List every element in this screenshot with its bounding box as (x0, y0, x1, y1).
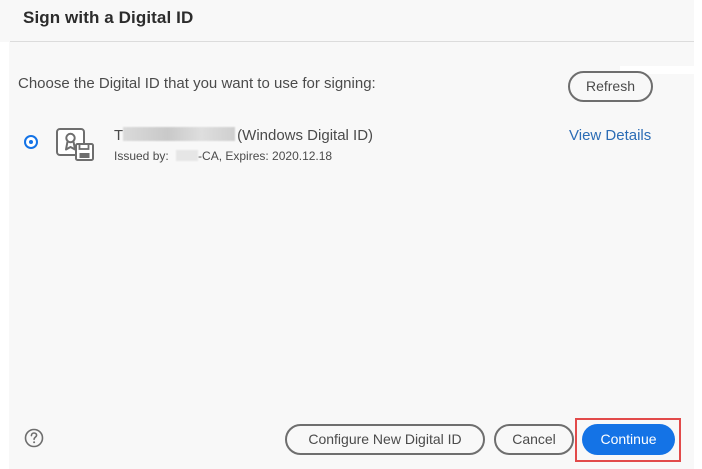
continue-button[interactable]: Continue (582, 424, 675, 455)
issued-by-label: Issued by: (114, 149, 173, 163)
redacted-name (123, 127, 236, 141)
title-divider (10, 41, 702, 42)
digital-id-issuer-info: Issued by: -CA, Expires: 2020.12.18 (114, 149, 332, 163)
digital-id-name-prefix: T (114, 127, 124, 144)
digital-id-type: (Windows Digital ID) (237, 127, 374, 144)
view-details-link[interactable]: View Details (569, 127, 651, 144)
right-edge (694, 0, 702, 469)
cancel-button[interactable]: Cancel (494, 424, 574, 455)
dialog-title: Sign with a Digital ID (23, 8, 194, 27)
choose-id-prompt: Choose the Digital ID that you want to u… (18, 75, 376, 92)
dialog-titlebar: Sign with a Digital ID (0, 0, 702, 42)
radio-selected-dot (29, 140, 33, 144)
refresh-button[interactable]: Refresh (568, 71, 653, 102)
issuer-expiry: -CA, Expires: 2020.12.18 (198, 149, 333, 163)
digital-id-radio[interactable] (24, 135, 38, 149)
configure-new-digital-id-button[interactable]: Configure New Digital ID (285, 424, 485, 455)
help-icon[interactable] (24, 428, 44, 448)
left-edge (0, 42, 9, 469)
sign-digital-id-dialog: Sign with a Digital ID Choose the Digita… (0, 0, 702, 469)
digital-id-name: T (Windows Digital ID) (114, 127, 373, 144)
redacted-issuer (176, 150, 199, 161)
certificate-id-icon (56, 128, 94, 161)
